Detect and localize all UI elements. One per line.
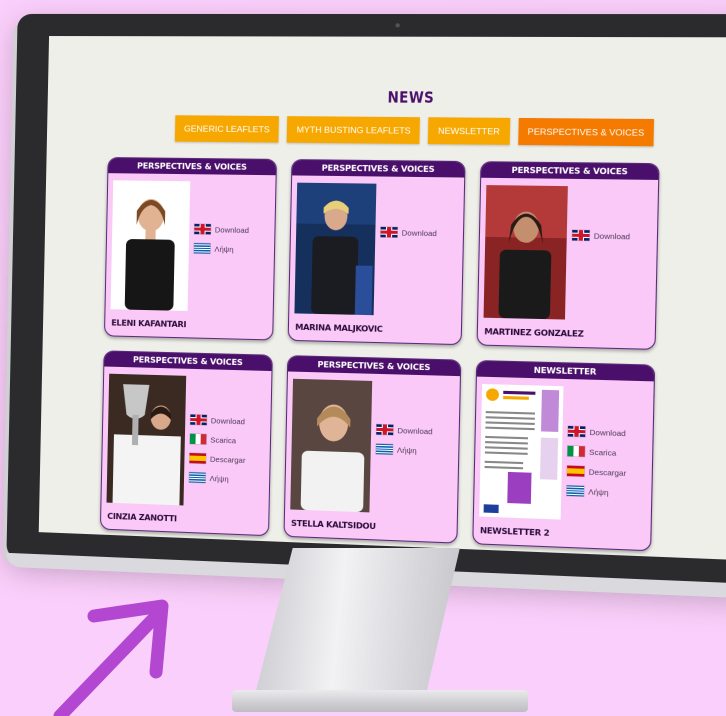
- arrow-icon: [53, 599, 169, 716]
